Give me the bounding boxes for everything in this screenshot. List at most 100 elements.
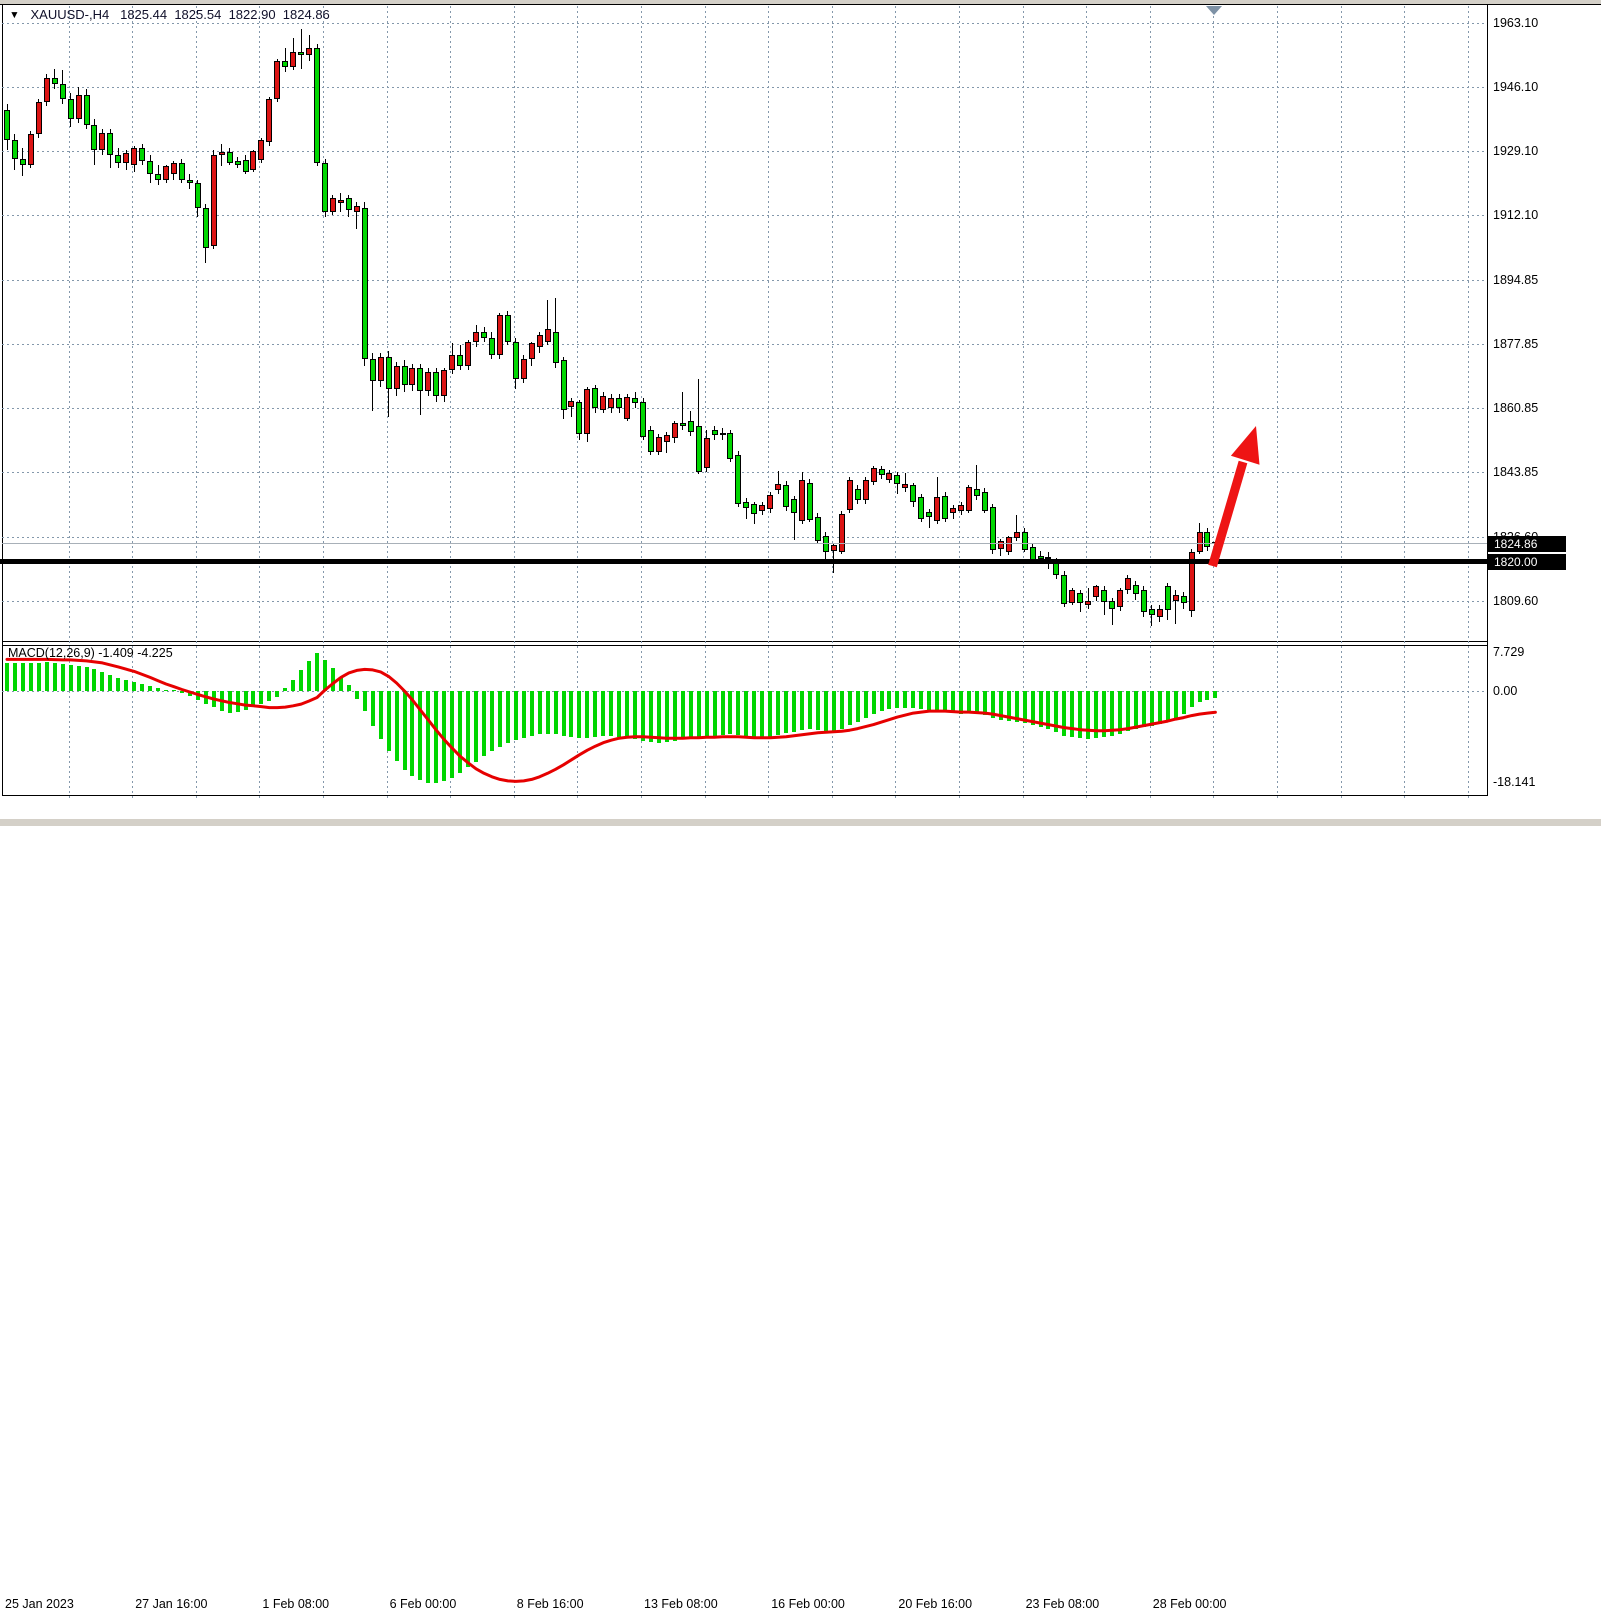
candle — [1101, 590, 1107, 602]
candle — [1117, 590, 1123, 607]
macd-histogram-bar — [259, 691, 263, 704]
macd-histogram-bar — [1054, 691, 1058, 732]
macd-histogram-bar — [434, 691, 438, 783]
macd-histogram-bar — [291, 680, 295, 691]
candle — [12, 140, 18, 159]
candle — [720, 433, 726, 435]
macd-histogram-bar — [418, 691, 422, 780]
candle — [131, 148, 137, 165]
macd-histogram-bar — [403, 691, 407, 770]
macd-histogram-bar — [800, 691, 804, 730]
candle — [322, 163, 328, 212]
candle — [1125, 578, 1131, 590]
macd-histogram-bar — [776, 691, 780, 735]
candle — [680, 423, 686, 426]
macd-histogram-bar — [736, 691, 740, 735]
candle — [894, 475, 900, 483]
macd-histogram-bar — [498, 691, 502, 747]
candle — [76, 95, 82, 119]
macd-histogram-bar — [299, 670, 303, 691]
candle — [767, 495, 773, 510]
macd-histogram-bar — [864, 691, 868, 718]
mt4-chart-window: { "header": { "symbol": "XAUUSD-,H4", "o… — [0, 0, 1601, 825]
macd-histogram-bar — [681, 691, 685, 739]
macd-histogram-bar — [53, 663, 57, 691]
price-axis[interactable] — [1488, 5, 1601, 795]
candle — [330, 198, 336, 211]
macd-histogram-bar — [633, 691, 637, 739]
price-chart-panel[interactable] — [3, 6, 1487, 641]
candle-wick — [778, 471, 779, 494]
candle — [1006, 537, 1012, 552]
macd-histogram-bar — [895, 691, 899, 708]
candle — [107, 133, 113, 156]
macd-histogram-bar — [530, 691, 534, 736]
candle — [553, 332, 559, 363]
candle — [672, 423, 678, 438]
macd-histogram-bar — [1198, 691, 1202, 702]
candle — [386, 357, 392, 389]
chart-shift-marker-icon[interactable] — [1206, 6, 1222, 15]
macd-histogram-bar — [856, 691, 860, 722]
candle — [1181, 596, 1187, 603]
candle — [266, 99, 272, 142]
macd-histogram-bar — [1015, 691, 1019, 722]
price-panel-bottom-border — [2, 641, 1488, 642]
candle — [934, 497, 940, 521]
candle — [465, 342, 471, 366]
candle — [258, 140, 264, 160]
candle — [60, 84, 66, 99]
candle — [727, 433, 733, 459]
macd-histogram-bar — [705, 691, 709, 738]
macd-histogram-bar — [220, 691, 224, 711]
macd-histogram-bar — [466, 691, 470, 767]
support-level-line[interactable] — [0, 559, 1488, 564]
candle — [759, 505, 765, 510]
candle — [163, 166, 169, 179]
candle — [52, 78, 58, 84]
candle — [1014, 532, 1020, 538]
macd-histogram-bar — [267, 691, 271, 701]
macd-histogram-bar — [880, 691, 884, 711]
symbol-dropdown-icon[interactable]: ▼ — [9, 9, 19, 21]
macd-histogram-bar — [450, 691, 454, 778]
candle — [171, 163, 177, 174]
macd-histogram-bar — [768, 691, 772, 737]
candle — [799, 480, 805, 521]
macd-histogram-bar — [919, 691, 923, 709]
ohlc-high: 1825.54 — [174, 7, 221, 22]
candle — [155, 174, 161, 180]
price-tick-label: 1912.10 — [1493, 208, 1538, 222]
candle — [1053, 562, 1059, 575]
macd-histogram-bar — [872, 691, 876, 714]
macd-histogram-bar — [1023, 691, 1027, 723]
time-axis[interactable]: 25 Jan 202327 Jan 16:001 Feb 08:006 Feb … — [0, 796, 1488, 818]
time-tick-label: 6 Feb 00:00 — [390, 1597, 457, 1611]
candle — [481, 332, 487, 338]
macd-histogram-bar — [363, 691, 367, 711]
candle — [346, 198, 352, 209]
macd-histogram-bar — [840, 691, 844, 729]
macd-histogram-bar — [212, 691, 216, 707]
candle — [600, 396, 606, 410]
macd-histogram-bar — [1078, 691, 1082, 738]
macd-histogram-bar — [116, 678, 120, 691]
macd-histogram-bar — [832, 691, 836, 732]
candle — [664, 435, 670, 441]
macd-histogram-bar — [792, 691, 796, 732]
candle-wick — [1088, 588, 1089, 609]
candle — [839, 514, 845, 551]
candle — [84, 95, 90, 125]
candle — [942, 496, 948, 519]
candle — [409, 368, 415, 385]
macd-histogram-bar — [1086, 691, 1090, 739]
macd-histogram-bar — [816, 691, 820, 730]
macd-histogram-bar — [61, 664, 65, 691]
macd-histogram-bar — [641, 691, 645, 741]
macd-histogram-bar — [959, 691, 963, 714]
macd-panel[interactable] — [3, 646, 1487, 795]
current-price-line — [2, 543, 1487, 544]
candle — [918, 497, 924, 519]
candle — [99, 133, 105, 150]
macd-histogram-bar — [935, 691, 939, 711]
